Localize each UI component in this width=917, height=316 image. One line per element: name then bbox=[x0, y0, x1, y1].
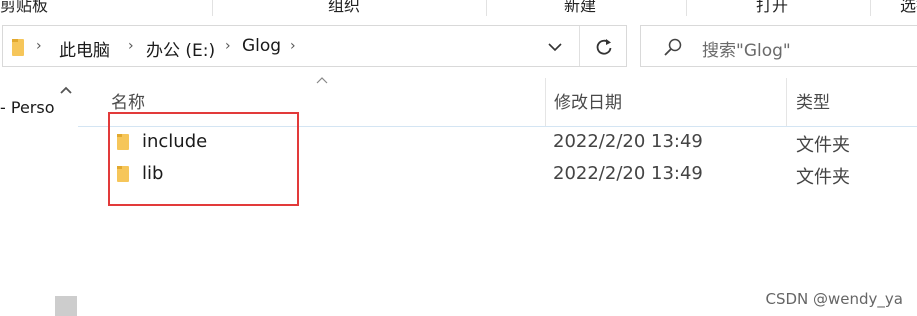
sort-ascending-icon bbox=[316, 77, 328, 84]
ribbon-divider bbox=[686, 0, 687, 16]
divider bbox=[579, 26, 580, 66]
file-date: 2022/2/20 13:49 bbox=[553, 131, 703, 152]
breadcrumb-glog[interactable]: Glog bbox=[242, 36, 281, 56]
ribbon-group-new[interactable]: 新建 bbox=[564, 0, 596, 16]
ribbon-divider bbox=[486, 0, 487, 16]
ribbon-group-clipboard[interactable]: 剪贴板 bbox=[0, 0, 48, 16]
column-divider[interactable] bbox=[545, 78, 546, 126]
search-box[interactable]: 搜索"Glog" bbox=[640, 25, 917, 67]
ribbon-group-organize[interactable]: 组织 bbox=[328, 0, 360, 16]
ribbon: 剪贴板 组织 新建 打开 选择 bbox=[0, 0, 917, 16]
ribbon-divider bbox=[870, 0, 871, 16]
column-header-type[interactable]: 类型 bbox=[796, 88, 830, 113]
scroll-up-arrow-icon[interactable] bbox=[60, 86, 72, 94]
nav-scrollbar[interactable] bbox=[55, 78, 77, 316]
highlight-annotation-box bbox=[108, 112, 299, 206]
refresh-icon[interactable] bbox=[594, 37, 614, 57]
watermark: CSDN @wendy_ya bbox=[765, 290, 903, 308]
breadcrumb-drive[interactable]: 办公 (E:) bbox=[146, 36, 215, 61]
nav-item-personal[interactable]: - Perso bbox=[0, 98, 54, 117]
search-input[interactable]: 搜索"Glog" bbox=[702, 36, 791, 61]
scrollbar-thumb[interactable] bbox=[55, 296, 77, 316]
breadcrumb-this-pc[interactable]: 此电脑 bbox=[59, 36, 110, 61]
chevron-right-icon[interactable]: › bbox=[36, 38, 42, 54]
ribbon-group-select[interactable]: 选择 bbox=[900, 0, 917, 16]
column-header-date[interactable]: 修改日期 bbox=[554, 88, 622, 113]
file-type: 文件夹 bbox=[796, 167, 850, 188]
folder-icon bbox=[12, 39, 24, 56]
ribbon-group-open[interactable]: 打开 bbox=[756, 0, 788, 16]
address-bar[interactable]: › 此电脑 › 办公 (E:) › Glog › bbox=[2, 25, 627, 67]
chevron-right-icon[interactable]: › bbox=[128, 38, 134, 54]
chevron-right-icon[interactable]: › bbox=[225, 38, 231, 54]
file-date: 2022/2/20 13:49 bbox=[553, 163, 703, 184]
search-icon bbox=[664, 38, 682, 56]
column-header-name[interactable]: 名称 bbox=[111, 88, 145, 113]
chevron-right-icon[interactable]: › bbox=[290, 38, 296, 54]
column-divider[interactable] bbox=[786, 78, 787, 126]
chevron-down-icon[interactable] bbox=[548, 42, 562, 52]
file-type: 文件夹 bbox=[796, 135, 850, 156]
ribbon-divider bbox=[212, 0, 213, 16]
